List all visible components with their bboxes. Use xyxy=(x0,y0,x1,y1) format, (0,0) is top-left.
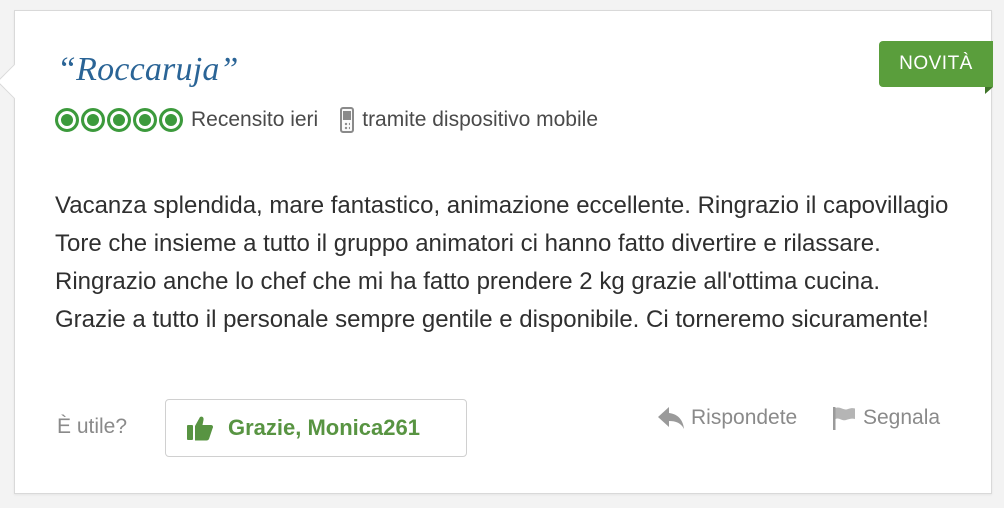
review-meta: Recensito ieri tramite dispositivo mobil… xyxy=(55,105,598,135)
thanks-button[interactable]: Grazie, Monica261 xyxy=(165,399,467,457)
rating-bubble xyxy=(107,108,131,132)
thumbs-up-icon xyxy=(186,415,214,441)
review-source: tramite dispositivo mobile xyxy=(362,108,598,131)
review-title[interactable]: “Roccaruja” xyxy=(57,51,239,89)
thanks-label: Grazie, Monica261 xyxy=(228,415,420,440)
new-badge: NOVITÀ xyxy=(879,41,993,94)
helpful-label: È utile? xyxy=(57,415,128,438)
card-pointer xyxy=(0,63,33,100)
flag-icon xyxy=(831,405,857,431)
rating-bubble xyxy=(159,108,183,132)
report-button[interactable]: Segnala xyxy=(831,405,940,431)
bubble-rating-icon xyxy=(55,108,183,132)
rating-bubble xyxy=(133,108,157,132)
review-card: “Roccaruja” NOVITÀ Recensito ieri tramit… xyxy=(0,10,993,494)
reply-label: Rispondete xyxy=(691,406,798,429)
reply-arrow-icon xyxy=(657,405,685,431)
mobile-phone-icon xyxy=(340,107,355,133)
reply-button[interactable]: Rispondete xyxy=(657,405,797,431)
rating-bubble xyxy=(81,108,105,132)
review-text: Vacanza splendida, mare fantastico, anim… xyxy=(55,192,949,333)
flag-label: Segnala xyxy=(863,406,941,429)
rating-bubble xyxy=(55,108,79,132)
reviewed-date: Recensito ieri xyxy=(191,108,319,131)
